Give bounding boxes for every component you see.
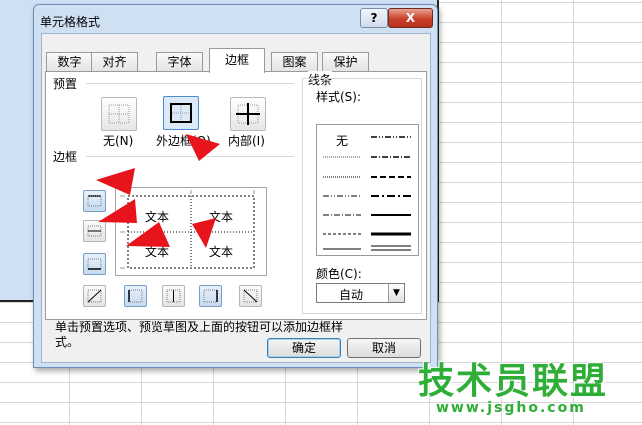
border-center-button[interactable] bbox=[162, 285, 185, 307]
tab-number[interactable]: 数字 bbox=[46, 52, 93, 72]
inside-border-icon bbox=[236, 103, 260, 125]
diagonal-up-border-icon bbox=[87, 289, 102, 303]
line-color-select[interactable]: 自动 ▼ bbox=[316, 283, 405, 303]
preset-outline-button[interactable] bbox=[163, 96, 199, 130]
preview-text: 文本 bbox=[145, 245, 170, 259]
preview-grid-lines bbox=[120, 190, 255, 269]
line-style-samples bbox=[323, 136, 411, 251]
tab-alignment[interactable]: 对齐 bbox=[91, 52, 138, 72]
outline-border-icon bbox=[170, 103, 192, 123]
line-style-list[interactable]: 无 bbox=[316, 124, 419, 256]
chevron-down-icon[interactable]: ▼ bbox=[388, 284, 404, 302]
border-preview[interactable]: 文本 文本 文本 文本 bbox=[115, 187, 267, 276]
close-button[interactable]: X bbox=[388, 8, 433, 28]
ok-button[interactable]: 确定 bbox=[267, 338, 341, 358]
preset-none-label: 无(N) bbox=[103, 134, 134, 148]
border-middle-button[interactable] bbox=[83, 220, 106, 242]
preset-inside-button[interactable] bbox=[230, 97, 266, 131]
line-color-label: 颜色(C): bbox=[316, 265, 362, 282]
border-bottom-button[interactable] bbox=[83, 253, 106, 275]
tab-font[interactable]: 字体 bbox=[156, 52, 203, 72]
tab-protection[interactable]: 保护 bbox=[322, 52, 369, 72]
middle-vertical-border-icon bbox=[166, 289, 181, 303]
border-left-button[interactable] bbox=[124, 285, 147, 307]
border-divider bbox=[86, 156, 294, 157]
cancel-button[interactable]: 取消 bbox=[347, 338, 421, 358]
preview-text: 文本 bbox=[145, 210, 170, 224]
preset-inside-label: 内部(I) bbox=[228, 134, 265, 148]
dialog-titlebar[interactable]: 单元格格式 ? X bbox=[34, 5, 437, 33]
bottom-border-icon bbox=[87, 258, 102, 270]
dialog-body: 数字 对齐 字体 边框 图案 保护 预置 无(N) 外边框(O) 内部(I) 边… bbox=[41, 33, 431, 363]
tab-border[interactable]: 边框 bbox=[209, 48, 265, 73]
preview-text: 文本 bbox=[209, 245, 234, 259]
right-border-icon bbox=[203, 289, 218, 303]
dialog-title: 单元格格式 bbox=[40, 15, 101, 29]
border-tab-panel: 预置 无(N) 外边框(O) 内部(I) 边框 文本 文本 文本 文本 线条 样… bbox=[45, 71, 427, 349]
diagonal-down-border-icon bbox=[243, 289, 258, 303]
border-group-label: 边框 bbox=[53, 148, 78, 165]
tab-patterns[interactable]: 图案 bbox=[271, 52, 318, 72]
presets-group-label: 预置 bbox=[53, 75, 78, 92]
border-top-button[interactable] bbox=[83, 190, 106, 212]
left-border-icon bbox=[128, 289, 143, 303]
preset-outline-label: 外边框(O) bbox=[156, 134, 211, 148]
border-diagonal-down-button[interactable] bbox=[239, 285, 262, 307]
preview-text: 文本 bbox=[209, 210, 234, 224]
border-diagonal-up-button[interactable] bbox=[83, 285, 106, 307]
watermark-url: www.jsgho.com bbox=[436, 400, 586, 416]
no-border-icon bbox=[108, 104, 130, 124]
top-border-icon bbox=[87, 195, 102, 207]
preset-none-button[interactable] bbox=[101, 97, 137, 131]
site-watermark: 技术员联盟 www.jsgho.com bbox=[418, 352, 642, 425]
watermark-title: 技术员联盟 bbox=[418, 361, 609, 402]
middle-horizontal-border-icon bbox=[87, 225, 102, 237]
border-right-button[interactable] bbox=[199, 285, 222, 307]
presets-divider bbox=[86, 83, 294, 84]
line-style-label: 样式(S): bbox=[316, 88, 362, 105]
format-cells-dialog: 单元格格式 ? X 数字 对齐 字体 边框 图案 保护 预置 无(N) 外边框(… bbox=[33, 4, 438, 368]
help-button[interactable]: ? bbox=[360, 8, 388, 28]
line-color-value: 自动 bbox=[339, 288, 364, 302]
